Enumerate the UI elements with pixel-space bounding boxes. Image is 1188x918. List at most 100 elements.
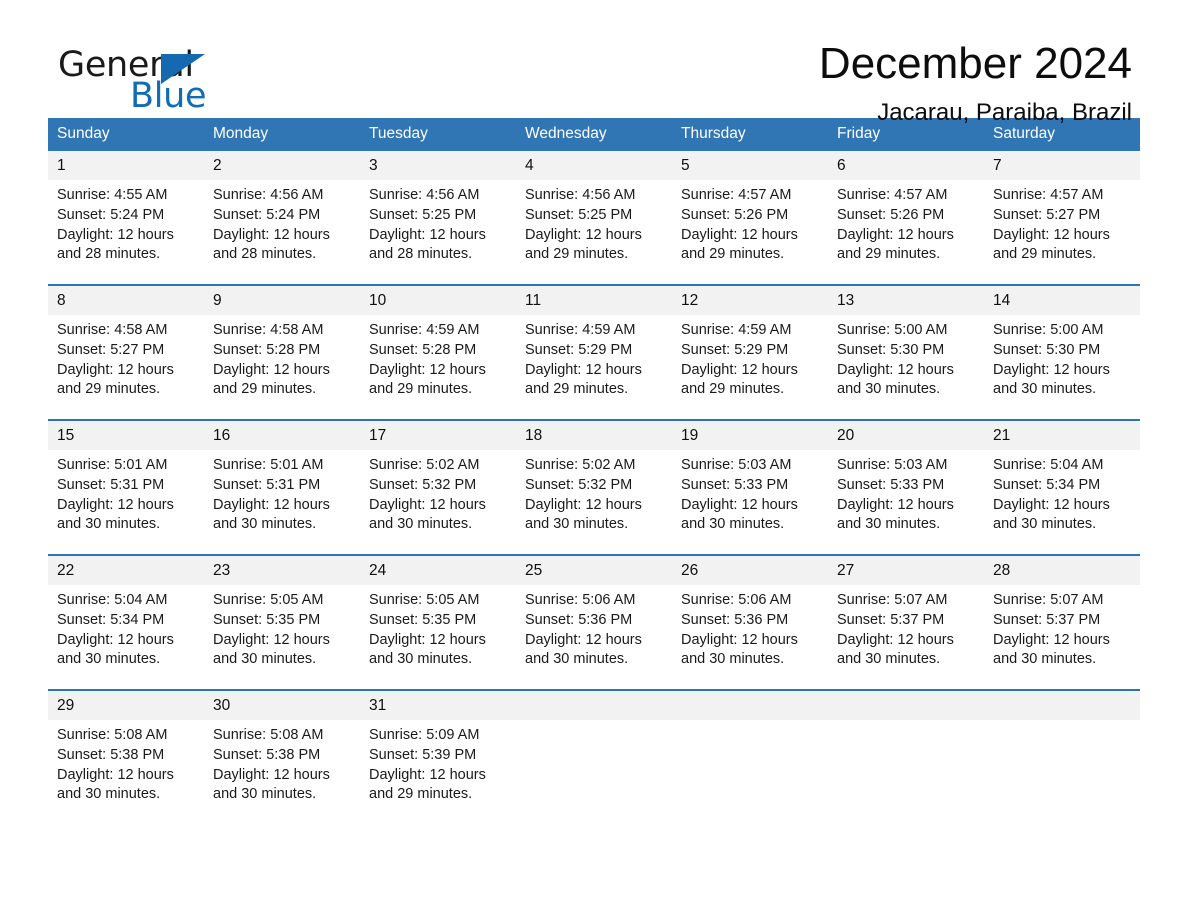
calendar-day-cell[interactable]: 27 Sunrise: 5:07 AM Sunset: 5:37 PM Dayligh… [828,554,984,690]
calendar-day-cell[interactable]: 28 Sunrise: 5:07 AM Sunset: 5:37 PM Dayligh… [984,554,1140,690]
day-number: 4 [516,151,672,180]
day-number [984,691,1140,720]
day-details: Sunrise: 5:00 AM Sunset: 5:30 PM Daylight:… [828,315,984,400]
day-number: 10 [360,286,516,315]
day-number: 7 [984,151,1140,180]
sunset-text: Sunset: 5:25 PM [369,206,477,223]
calendar-day-cell[interactable]: 7 Sunrise: 4:57 AM Sunset: 5:27 PM Daylight… [984,151,1140,285]
sunset-text: Sunset: 5:30 PM [837,341,945,358]
calendar-day-cell[interactable]: 3 Sunrise: 4:56 AM Sunset: 5:25 PM Daylight… [360,151,516,285]
daylight-text-line2: and 29 minutes. [525,381,629,398]
daylight-text-line1: Daylight: 12 hours [993,226,1110,243]
calendar-day-cell[interactable]: 5 Sunrise: 4:57 AM Sunset: 5:26 PM Daylight… [672,151,828,285]
calendar-day-cell[interactable]: 24 Sunrise: 5:05 AM Sunset: 5:35 PM Dayligh… [360,554,516,690]
calendar-day-cell[interactable]: 4 Sunrise: 4:56 AM Sunset: 5:25 PM Daylight… [516,151,672,285]
sunrise-text: Sunrise: 5:03 AM [681,457,792,473]
sunset-text: Sunset: 5:35 PM [369,611,477,628]
calendar-day-cell[interactable]: 15 Sunrise: 5:01 AM Sunset: 5:31 PM Dayligh… [48,419,204,555]
sunrise-text: Sunrise: 5:06 AM [525,592,636,608]
daylight-text-line2: and 30 minutes. [837,381,941,398]
sunset-text: Sunset: 5:36 PM [525,611,633,628]
daylight-text-line1: Daylight: 12 hours [525,361,642,378]
calendar-day-cell[interactable]: 9 Sunrise: 4:58 AM Sunset: 5:28 PM Daylight… [204,284,360,420]
sunset-text: Sunset: 5:25 PM [525,206,633,223]
day-number [828,691,984,720]
calendar-day-cell[interactable]: 12 Sunrise: 4:59 AM Sunset: 5:29 PM Dayligh… [672,284,828,420]
location-subtitle: Jacarau, Paraiba, Brazil [877,99,1132,126]
sunrise-text: Sunrise: 5:02 AM [525,457,636,473]
sunset-text: Sunset: 5:31 PM [57,476,165,493]
calendar-day-cell[interactable]: 6 Sunrise: 4:57 AM Sunset: 5:26 PM Daylight… [828,151,984,285]
day-number: 3 [360,151,516,180]
daylight-text-line1: Daylight: 12 hours [213,361,330,378]
calendar-day-cell[interactable]: 16 Sunrise: 5:01 AM Sunset: 5:31 PM Dayligh… [204,419,360,555]
daylight-text-line1: Daylight: 12 hours [525,631,642,648]
calendar-day-cell[interactable]: 30 Sunrise: 5:08 AM Sunset: 5:38 PM Dayligh… [204,689,360,824]
day-details: Sunrise: 4:57 AM Sunset: 5:26 PM Daylight:… [672,180,828,265]
sunrise-text: Sunrise: 5:08 AM [57,727,168,743]
day-number: 24 [360,556,516,585]
daylight-text-line1: Daylight: 12 hours [525,226,642,243]
daylight-text-line2: and 30 minutes. [213,651,317,668]
calendar-day-cell[interactable]: 10 Sunrise: 4:59 AM Sunset: 5:28 PM Dayligh… [360,284,516,420]
sunset-text: Sunset: 5:32 PM [525,476,633,493]
calendar-day-cell[interactable]: 21 Sunrise: 5:04 AM Sunset: 5:34 PM Dayligh… [984,419,1140,555]
day-number: 12 [672,286,828,315]
daylight-text-line1: Daylight: 12 hours [837,496,954,513]
sunrise-text: Sunrise: 5:01 AM [57,457,168,473]
daylight-text-line1: Daylight: 12 hours [57,226,174,243]
calendar-day-cell[interactable]: 23 Sunrise: 5:05 AM Sunset: 5:35 PM Dayligh… [204,554,360,690]
daylight-text-line1: Daylight: 12 hours [993,631,1110,648]
daylight-text-line1: Daylight: 12 hours [369,496,486,513]
sunset-text: Sunset: 5:28 PM [213,341,321,358]
calendar-day-cell[interactable]: 25 Sunrise: 5:06 AM Sunset: 5:36 PM Dayligh… [516,554,672,690]
calendar-day-cell[interactable]: 11 Sunrise: 4:59 AM Sunset: 5:29 PM Dayligh… [516,284,672,420]
sunrise-text: Sunrise: 5:07 AM [837,592,948,608]
sunset-text: Sunset: 5:24 PM [213,206,321,223]
general-blue-logo[interactable]: General Blue [58,46,378,126]
calendar-day-cell[interactable]: 13 Sunrise: 5:00 AM Sunset: 5:30 PM Dayligh… [828,284,984,420]
calendar-day-cell[interactable]: 17 Sunrise: 5:02 AM Sunset: 5:32 PM Dayligh… [360,419,516,555]
daylight-text-line2: and 30 minutes. [993,516,1097,533]
calendar-day-cell[interactable]: 2 Sunrise: 4:56 AM Sunset: 5:24 PM Daylight… [204,151,360,285]
day-details: Sunrise: 4:59 AM Sunset: 5:29 PM Daylight:… [672,315,828,400]
sunset-text: Sunset: 5:29 PM [681,341,789,358]
calendar-day-cell[interactable]: 8 Sunrise: 4:58 AM Sunset: 5:27 PM Daylight… [48,284,204,420]
sunrise-text: Sunrise: 5:05 AM [369,592,480,608]
daylight-text-line2: and 28 minutes. [213,246,317,263]
day-details: Sunrise: 5:03 AM Sunset: 5:33 PM Daylight:… [828,450,984,535]
day-details: Sunrise: 5:02 AM Sunset: 5:32 PM Daylight:… [516,450,672,535]
daylight-text-line1: Daylight: 12 hours [213,766,330,783]
calendar-day-cell[interactable]: 20 Sunrise: 5:03 AM Sunset: 5:33 PM Dayligh… [828,419,984,555]
calendar-day-cell[interactable]: 1 Sunrise: 4:55 AM Sunset: 5:24 PM Daylight… [48,151,204,285]
weekday-header-tuesday: Tuesday [360,118,516,151]
calendar-day-cell[interactable]: 22 Sunrise: 5:04 AM Sunset: 5:34 PM Dayligh… [48,554,204,690]
sunset-text: Sunset: 5:37 PM [993,611,1101,628]
day-number: 1 [48,151,204,180]
day-details [516,720,672,726]
sunrise-text: Sunrise: 5:08 AM [213,727,324,743]
sunset-text: Sunset: 5:29 PM [525,341,633,358]
daylight-text-line1: Daylight: 12 hours [213,496,330,513]
calendar-day-cell[interactable]: 26 Sunrise: 5:06 AM Sunset: 5:36 PM Dayligh… [672,554,828,690]
day-details: Sunrise: 4:56 AM Sunset: 5:25 PM Daylight:… [516,180,672,265]
daylight-text-line2: and 30 minutes. [369,516,473,533]
calendar-day-cell[interactable]: 18 Sunrise: 5:02 AM Sunset: 5:32 PM Dayligh… [516,419,672,555]
day-number: 30 [204,691,360,720]
day-details: Sunrise: 5:05 AM Sunset: 5:35 PM Daylight:… [204,585,360,670]
calendar-day-cell[interactable]: 19 Sunrise: 5:03 AM Sunset: 5:33 PM Dayligh… [672,419,828,555]
calendar-day-cell[interactable]: 31 Sunrise: 5:09 AM Sunset: 5:39 PM Dayligh… [360,689,516,824]
sunrise-text: Sunrise: 4:57 AM [993,187,1104,203]
sunrise-text: Sunrise: 5:07 AM [993,592,1104,608]
day-details [672,720,828,726]
calendar-day-cell[interactable]: 29 Sunrise: 5:08 AM Sunset: 5:38 PM Dayligh… [48,689,204,824]
day-number: 5 [672,151,828,180]
day-number: 18 [516,421,672,450]
daylight-text-line2: and 30 minutes. [213,516,317,533]
day-details: Sunrise: 4:59 AM Sunset: 5:28 PM Daylight:… [360,315,516,400]
calendar-day-cell[interactable]: 14 Sunrise: 5:00 AM Sunset: 5:30 PM Dayligh… [984,284,1140,420]
daylight-text-line2: and 30 minutes. [213,786,317,803]
daylight-text-line2: and 30 minutes. [57,651,161,668]
daylight-text-line2: and 29 minutes. [993,246,1097,263]
day-details: Sunrise: 5:02 AM Sunset: 5:32 PM Daylight:… [360,450,516,535]
